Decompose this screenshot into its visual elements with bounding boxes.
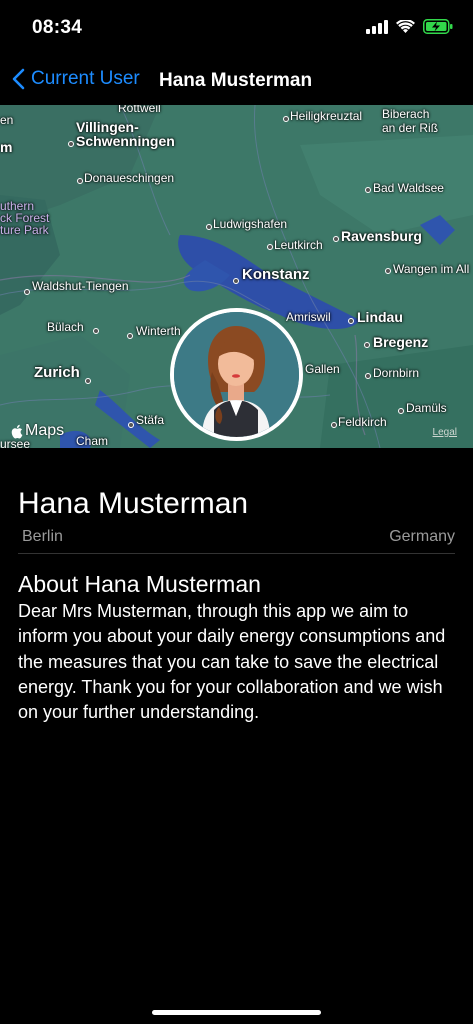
map-label: Wangen im All: [393, 262, 470, 276]
map-city-dot: [206, 224, 212, 230]
map-label: an der Riß: [382, 121, 439, 135]
profile-location-row: Berlin Germany: [18, 524, 455, 554]
map-label: ture Park: [0, 223, 49, 237]
wifi-icon: [396, 19, 415, 33]
map-label: Biberach: [382, 107, 430, 121]
map-label: Rottweil: [118, 105, 161, 115]
navigation-bar: Current User Hana Musterman: [0, 60, 473, 102]
map-label: Bülach: [47, 320, 84, 334]
avatar: [170, 308, 303, 441]
about-section: About Hana Musterman Dear Mrs Musterman,…: [18, 570, 458, 725]
map-label: Cham: [76, 434, 109, 448]
map-label: Feldkirch: [338, 415, 387, 429]
legal-link[interactable]: Legal: [433, 427, 457, 438]
map-label: Schwenningen: [76, 133, 175, 149]
map-label: Ravensburg: [341, 228, 422, 244]
back-button[interactable]: Current User: [12, 68, 140, 90]
status-bar: 08:34: [0, 0, 473, 56]
battery-charging-icon: [423, 19, 453, 34]
map-label: Damüls: [406, 401, 447, 415]
back-button-label: Current User: [31, 68, 140, 89]
profile-country: Germany: [389, 528, 455, 545]
map-city-dot: [398, 408, 404, 414]
map-city-dot: [233, 278, 239, 284]
status-time: 08:34: [32, 17, 83, 38]
map-city-dot: [127, 333, 133, 339]
maps-attribution-label: Maps: [25, 422, 65, 439]
map-label: Konstanz: [242, 266, 310, 283]
map-label: Winterth: [136, 324, 181, 338]
woman-avatar-icon: [174, 312, 299, 437]
map-label: Zurich: [34, 364, 80, 381]
apple-logo-icon: [11, 424, 23, 438]
map-city-dot: [364, 342, 370, 348]
map-label: Donaueschingen: [84, 171, 175, 185]
map-label: Leutkirch: [274, 238, 323, 252]
map-city-dot: [77, 178, 83, 184]
maps-attribution: Maps: [10, 422, 64, 440]
map-city-dot: [85, 378, 91, 384]
map-city-dot: [128, 422, 134, 428]
map-label: Waldshut-Tiengen: [32, 279, 129, 293]
map-label: Gallen: [305, 362, 340, 376]
profile-name: Hana Musterman: [18, 487, 249, 520]
map-city-dot: [365, 373, 371, 379]
map-label: Stäfa: [136, 413, 165, 427]
map-label: Bad Waldsee: [373, 181, 444, 195]
map-city-dot: [331, 422, 337, 428]
map-label: Ludwigshafen: [213, 217, 288, 231]
map-city-dot: [283, 116, 289, 122]
map-city-dot: [385, 268, 391, 274]
map-label: m: [0, 139, 13, 155]
profile-city: Berlin: [22, 528, 63, 545]
page-title: Hana Musterman: [159, 70, 313, 91]
map-label: Amriswil: [286, 310, 331, 324]
map-city-dot: [93, 328, 99, 334]
map-city-dot: [24, 289, 30, 295]
cellular-signal-icon: [366, 19, 388, 34]
map-label: Bregenz: [373, 334, 429, 350]
about-text: Dear Mrs Musterman, through this app we …: [18, 601, 446, 723]
home-indicator[interactable]: [152, 1010, 321, 1015]
map-city-dot: [333, 236, 339, 242]
map-city-dot: [68, 141, 74, 147]
about-title: About Hana Musterman: [18, 571, 261, 597]
map-label: en: [0, 113, 14, 127]
status-icons: [366, 19, 453, 34]
map-label: Dornbirn: [373, 366, 420, 380]
profile-header: Hana Musterman Berlin Germany: [18, 486, 455, 554]
map-city-dot: [365, 187, 371, 193]
map-label: Lindau: [357, 309, 403, 325]
map-city-dot: [267, 244, 273, 250]
map-label: Heiligkreuztal: [290, 109, 363, 123]
map-city-dot: [348, 318, 354, 324]
chevron-left-icon: [12, 68, 25, 90]
